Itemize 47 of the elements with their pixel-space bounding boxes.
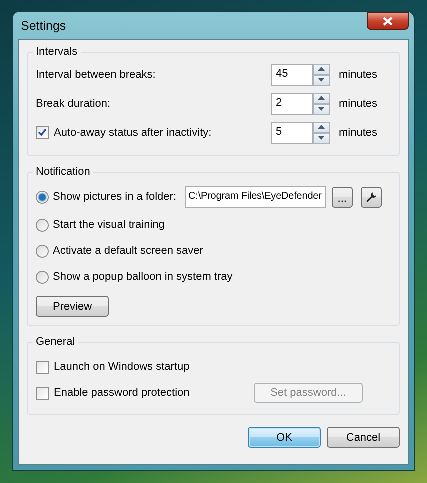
spin-up-button[interactable] [313, 64, 330, 74]
unit-label: minutes [339, 68, 379, 80]
up-arrow-icon [318, 96, 325, 100]
spin-up-button[interactable] [313, 122, 330, 132]
window-title: Settings [20, 18, 66, 32]
number-field[interactable]: 5 [271, 122, 313, 144]
unit-label: minutes [339, 98, 379, 110]
spin-up-button[interactable] [313, 92, 330, 104]
group-title: Notification [35, 166, 92, 178]
checkbox-label: Auto-away status after inactivity: [54, 126, 212, 138]
field-label: Break duration: [36, 98, 112, 110]
dialog-button[interactable]: OK [248, 427, 321, 448]
number-field[interactable]: 2 [271, 92, 313, 114]
preview-button[interactable]: Preview [36, 296, 109, 317]
folder-field[interactable]: C:\Program Files\EyeDefender [184, 186, 326, 208]
dialog-button[interactable]: Cancel [327, 427, 400, 448]
checkbox-label: Launch on Windows startup [54, 361, 190, 373]
checkbox[interactable] [36, 126, 49, 139]
field-label: Interval between breaks: [36, 68, 157, 80]
group-title: General [35, 336, 76, 348]
checkbox[interactable] [36, 360, 49, 374]
radio-button[interactable] [36, 244, 49, 258]
unit-label: minutes [339, 126, 379, 138]
spin-down-button[interactable] [313, 74, 330, 86]
radio-label: Activate a default screen saver [53, 245, 204, 257]
down-arrow-icon [318, 78, 325, 82]
radio-label: Show pictures in a folder: [53, 191, 177, 203]
wrench-icon [366, 192, 377, 202]
wrench-button[interactable] [360, 186, 382, 208]
browse-button[interactable]: ... [332, 186, 353, 208]
checkbox[interactable] [36, 386, 49, 400]
close-icon [383, 16, 393, 26]
radio-button[interactable] [36, 270, 49, 284]
spin-down-button[interactable] [313, 132, 330, 144]
down-arrow-icon [318, 136, 325, 140]
up-arrow-icon [318, 125, 325, 129]
up-arrow-icon [318, 67, 325, 71]
group-title: Intervals [35, 46, 79, 58]
radio-label: Show a popup balloon in system tray [53, 271, 233, 283]
radio-button[interactable] [36, 190, 49, 204]
checkbox-label: Enable password protection [54, 387, 190, 399]
spin-down-button[interactable] [313, 104, 330, 114]
down-arrow-icon [318, 107, 325, 111]
radio-button[interactable] [36, 218, 49, 232]
radio-label: Start the visual training [53, 219, 165, 231]
number-field[interactable]: 45 [271, 64, 313, 86]
close-button[interactable] [367, 12, 409, 30]
